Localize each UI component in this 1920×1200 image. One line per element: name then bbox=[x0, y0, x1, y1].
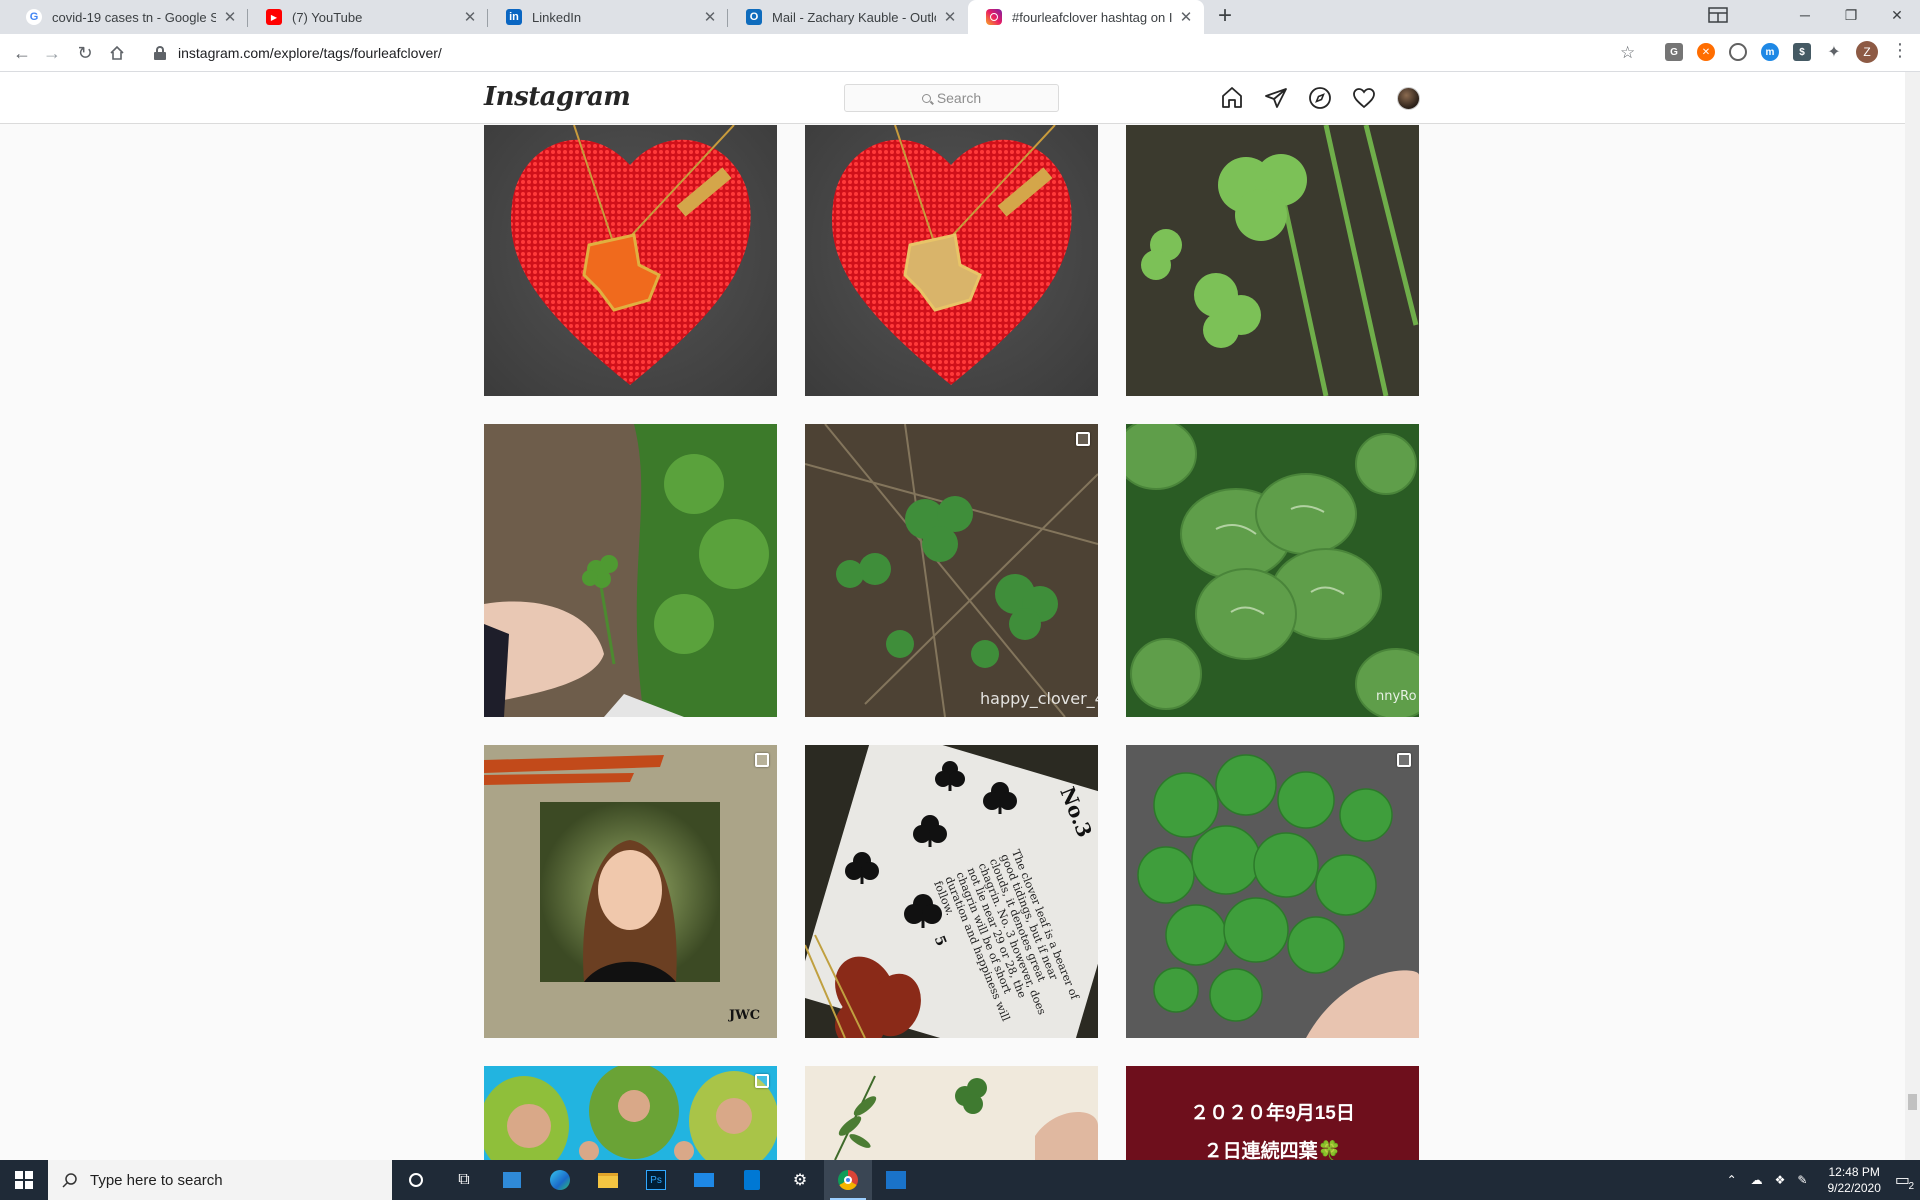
instagram-header: Instagram Search bbox=[0, 72, 1905, 124]
japanese-line-2: ２日連続四葉🍀 bbox=[1203, 1141, 1342, 1160]
onedrive-cloud-icon[interactable]: ☁ bbox=[1751, 1173, 1763, 1187]
system-tray: ⌃ ☁ ❖ ✎ 12:48 PM 9/22/2020 ▭ 2 bbox=[1719, 1160, 1920, 1200]
start-button[interactable] bbox=[0, 1160, 48, 1200]
tab-instagram[interactable]: #fourleafclover hashtag on Instagram ✕ bbox=[968, 0, 1204, 34]
watermark-text: nnyRo bbox=[1376, 689, 1417, 704]
post-red-heart-orange-texas[interactable] bbox=[484, 125, 777, 396]
browser-menu-icon[interactable]: ⋮ bbox=[1891, 40, 1909, 61]
close-tab-icon[interactable]: ✕ bbox=[942, 8, 958, 26]
task-view-icon[interactable]: ⧉ bbox=[440, 1160, 488, 1200]
close-window-button[interactable]: ✕ bbox=[1874, 0, 1920, 30]
page-scrollbar[interactable] bbox=[1905, 72, 1920, 1160]
back-button[interactable]: ← bbox=[8, 39, 36, 67]
post-japanese-text[interactable]: ２０２０年9月15日 ２日連続四葉🍀 bbox=[1126, 1066, 1419, 1160]
restore-button[interactable]: ❐ bbox=[1828, 0, 1874, 30]
instagram-search-input[interactable]: Search bbox=[844, 84, 1059, 112]
post-pressed-fern-clover[interactable] bbox=[805, 1066, 1098, 1160]
extensions-puzzle-icon[interactable]: ✦ bbox=[1825, 43, 1843, 61]
dropbox-icon[interactable]: ❖ bbox=[1775, 1173, 1786, 1187]
youtube-icon: ▶ bbox=[266, 9, 282, 25]
mail-icon[interactable] bbox=[680, 1160, 728, 1200]
tab-outlook[interactable]: O Mail - Zachary Kauble - Outlook ✕ bbox=[728, 0, 968, 34]
tab-linkedin[interactable]: in LinkedIn ✕ bbox=[488, 0, 728, 34]
multiple-photos-icon bbox=[1076, 432, 1090, 446]
extension-g-icon[interactable]: G bbox=[1665, 43, 1683, 61]
home-button[interactable] bbox=[103, 39, 131, 67]
file-explorer-icon[interactable] bbox=[584, 1160, 632, 1200]
extension-green-icon[interactable]: $ bbox=[1793, 43, 1811, 61]
direct-message-icon[interactable] bbox=[1264, 86, 1288, 110]
watermark-text: happy_clover_4 bbox=[980, 689, 1098, 708]
taskbar-search-input[interactable]: Type here to search bbox=[48, 1160, 392, 1200]
store-icon[interactable] bbox=[488, 1160, 536, 1200]
pen-icon[interactable]: ✎ bbox=[1797, 1173, 1807, 1187]
taskbar-clock[interactable]: 12:48 PM 9/22/2020 bbox=[1827, 1164, 1880, 1196]
post-clover-playing-card[interactable]: No.3 The clover leaf is a bearer of good… bbox=[805, 745, 1098, 1038]
close-tab-icon[interactable]: ✕ bbox=[1178, 8, 1194, 26]
photos-icon[interactable] bbox=[872, 1160, 920, 1200]
post-clover-in-dirt[interactable] bbox=[1126, 125, 1419, 396]
bookmark-star-icon[interactable]: ☆ bbox=[1620, 43, 1635, 63]
tab-youtube[interactable]: ▶ (7) YouTube ✕ bbox=[248, 0, 488, 34]
search-icon bbox=[921, 93, 931, 103]
scrollbar-thumb[interactable] bbox=[1908, 1094, 1917, 1110]
post-red-heart-gold-texas[interactable] bbox=[805, 125, 1098, 396]
tab-google-search[interactable]: G covid-19 cases tn - Google Search ✕ bbox=[8, 0, 248, 34]
japanese-line-1: ２０２０年9月15日 bbox=[1190, 1103, 1355, 1124]
home-icon[interactable] bbox=[1220, 86, 1244, 110]
post-clovers-on-ground[interactable]: happy_clover_4 bbox=[805, 424, 1098, 717]
post-people-collage[interactable] bbox=[484, 1066, 777, 1160]
close-tab-icon[interactable]: ✕ bbox=[462, 8, 478, 26]
outlook-icon: O bbox=[746, 9, 762, 25]
multiple-photos-icon bbox=[1397, 753, 1411, 767]
browser-tab-strip: G covid-19 cases tn - Google Search ✕ ▶ … bbox=[0, 0, 1920, 34]
browser-toolbar: ← → ↻ instagram.com/explore/tags/fourlea… bbox=[0, 34, 1920, 72]
instagram-icon bbox=[986, 9, 1002, 25]
chrome-icon[interactable] bbox=[824, 1160, 872, 1200]
post-grid: happy_clover_4 nnyRo JWC No.3 The clover… bbox=[0, 125, 1905, 1160]
jwc-logo: JWC bbox=[729, 1008, 761, 1023]
minimize-button[interactable]: ─ bbox=[1782, 0, 1828, 30]
post-graduation-portrait[interactable]: JWC bbox=[484, 745, 777, 1038]
profile-avatar[interactable]: Z bbox=[1856, 41, 1878, 63]
post-large-clover-leaves[interactable]: nnyRo bbox=[1126, 424, 1419, 717]
photoshop-icon[interactable]: Ps bbox=[632, 1160, 680, 1200]
chevron-up-icon[interactable]: ⌃ bbox=[1727, 1173, 1737, 1187]
edge-icon[interactable] bbox=[536, 1160, 584, 1200]
calculator-icon[interactable] bbox=[728, 1160, 776, 1200]
post-clovers-in-hand[interactable] bbox=[1126, 745, 1419, 1038]
extension-blue-icon[interactable]: m bbox=[1761, 43, 1779, 61]
tab-search-icon[interactable] bbox=[1697, 0, 1739, 30]
extension-circle-icon[interactable] bbox=[1729, 43, 1747, 61]
multiple-photos-icon bbox=[755, 1074, 769, 1088]
new-tab-button[interactable]: + bbox=[1211, 3, 1239, 31]
url-text: instagram.com/explore/tags/fourleafclove… bbox=[178, 45, 442, 61]
lock-icon[interactable] bbox=[154, 46, 166, 60]
activity-heart-icon[interactable] bbox=[1352, 86, 1376, 110]
instagram-logo[interactable]: Instagram bbox=[484, 82, 631, 112]
settings-gear-icon[interactable]: ⚙ bbox=[776, 1160, 824, 1200]
linkedin-icon: in bbox=[506, 9, 522, 25]
address-bar[interactable]: instagram.com/explore/tags/fourleafclove… bbox=[140, 38, 1650, 68]
notification-center-icon[interactable]: ▭ 2 bbox=[1895, 1170, 1914, 1192]
post-hand-holding-clover[interactable] bbox=[484, 424, 777, 717]
close-tab-icon[interactable]: ✕ bbox=[222, 8, 238, 26]
close-tab-icon[interactable]: ✕ bbox=[702, 8, 718, 26]
windows-taskbar: Type here to search ⧉ Ps ⚙ ⌃ ☁ ❖ ✎ 12:48… bbox=[0, 1160, 1920, 1200]
google-icon: G bbox=[26, 9, 42, 25]
forward-button[interactable]: → bbox=[38, 39, 66, 67]
instagram-profile-avatar[interactable] bbox=[1397, 87, 1420, 110]
multiple-photos-icon bbox=[755, 753, 769, 767]
explore-compass-icon[interactable] bbox=[1308, 86, 1332, 110]
extension-orange-icon[interactable]: ✕ bbox=[1697, 43, 1715, 61]
reload-button[interactable]: ↻ bbox=[71, 39, 99, 67]
cortana-icon[interactable] bbox=[392, 1160, 440, 1200]
search-icon bbox=[62, 1173, 77, 1188]
